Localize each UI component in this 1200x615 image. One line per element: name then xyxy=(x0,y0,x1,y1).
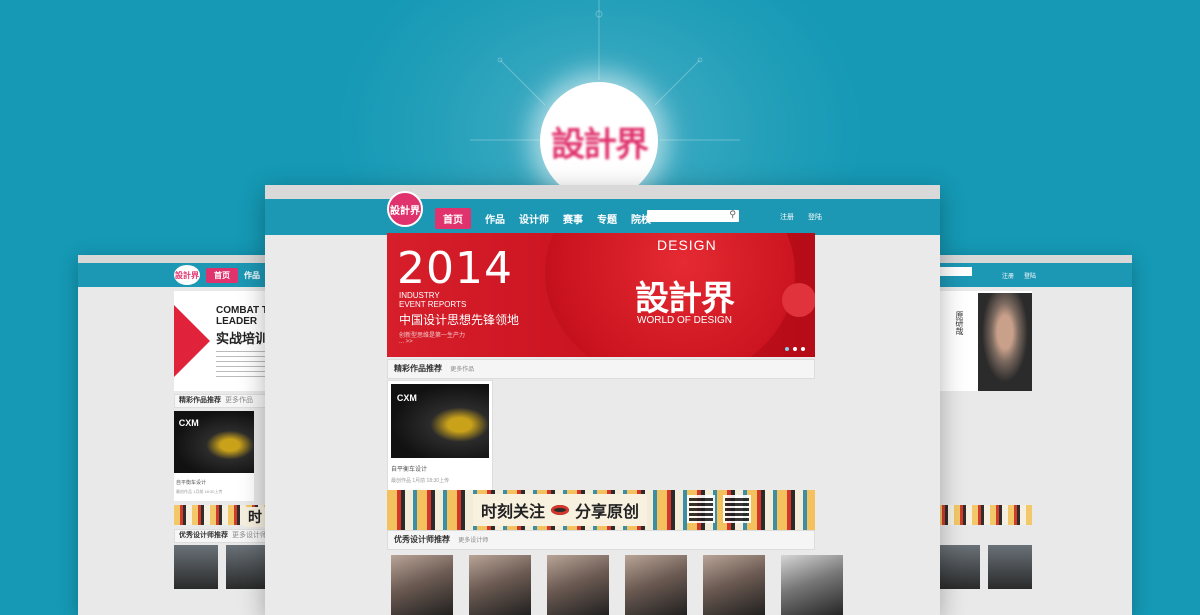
designer-avatar[interactable] xyxy=(625,555,687,615)
work-thumbnail[interactable]: CXM xyxy=(174,411,254,473)
designer-list xyxy=(174,545,270,589)
banner-brand: 設計界 xyxy=(635,280,735,318)
banner-title-cn: 实战培训 xyxy=(216,331,269,346)
hero-logo: 設計界 xyxy=(540,82,658,200)
carousel-dot[interactable] xyxy=(785,347,789,351)
window-topbar xyxy=(936,255,1132,263)
qr-code-icon xyxy=(723,495,751,523)
banner-headline: 中国设计思想先锋领地 xyxy=(399,313,520,327)
designer-avatar[interactable] xyxy=(174,545,218,589)
banner-year: 2014 xyxy=(397,243,513,294)
hero-logo-text: 設計界 xyxy=(551,124,649,165)
search-icon[interactable]: ⚲ xyxy=(729,209,736,220)
featured-designer-photo[interactable]: 原研哉 xyxy=(936,291,1032,391)
auth-links: 注册 登陆 xyxy=(780,212,822,222)
carousel-dot[interactable] xyxy=(801,347,805,351)
nav-topics-tab[interactable]: 专题 xyxy=(597,211,617,226)
left-nav-bar: 設計界 首页 作品 xyxy=(78,263,278,287)
ad-strip-label: 时刻关注 分享原创 xyxy=(473,494,648,526)
login-link[interactable]: 登陆 xyxy=(808,212,822,222)
qr-code-icon xyxy=(687,495,715,523)
window-topbar xyxy=(78,255,278,263)
designer-avatar[interactable] xyxy=(936,545,980,589)
work-meta: 最创作品 1月前 18:30上传 xyxy=(391,478,450,484)
nav-works-tab[interactable]: 作品 xyxy=(244,270,260,281)
more-works-link[interactable]: 更多作品 xyxy=(450,367,474,373)
banner-faint-text xyxy=(512,253,572,263)
work-title[interactable]: 自平衡车设计 xyxy=(391,464,489,473)
training-banner[interactable]: COMBAT T LEADER 实战培训 xyxy=(174,291,278,391)
work-title[interactable]: 自平衡车设计 xyxy=(174,479,254,486)
left-browser-window: 設計界 首页 作品 COMBAT T LEADER 实战培训 精彩作品推荐 更多作品… xyxy=(78,255,278,615)
more-designers-link[interactable]: 更多设计师 xyxy=(458,538,488,544)
work-card[interactable]: CXM 自平衡车设计 最创作品 1月前 18:30上传 xyxy=(387,380,493,492)
designer-avatar[interactable] xyxy=(391,555,453,615)
right-browser-window: 注册 登陆 原研哉 xyxy=(936,255,1132,615)
designer-avatar[interactable] xyxy=(781,555,843,615)
designer-avatar[interactable] xyxy=(703,555,765,615)
search-input[interactable]: ⚲ xyxy=(647,209,739,222)
nav-home-tab[interactable]: 首页 xyxy=(435,208,471,229)
designer-avatar[interactable] xyxy=(469,555,531,615)
nav-works-tab[interactable]: 作品 xyxy=(485,211,505,226)
works-section-header: 精彩作品推荐 更多作品 xyxy=(174,394,278,408)
work-card[interactable]: CXM 自平衡车设计 最创作品 1月前 18:30上传 xyxy=(174,411,254,501)
ad-strip[interactable]: 时刻关注 分享原创 xyxy=(387,490,815,530)
work-thumbnail[interactable]: CXM xyxy=(391,384,489,458)
banner-title: COMBAT T LEADER xyxy=(216,305,269,327)
main-menu: 首页 作品 设计师 赛事 专题 院校 xyxy=(435,208,651,229)
window-topbar xyxy=(265,185,940,199)
works-section-header: 精彩作品推荐 更多作品 xyxy=(387,359,815,379)
banner-tagline: WORLD OF DESIGN xyxy=(637,315,733,326)
nav-competitions-tab[interactable]: 赛事 xyxy=(563,211,583,226)
works-section-title: 精彩作品推荐 xyxy=(394,364,442,373)
register-link[interactable]: 注册 xyxy=(780,212,794,222)
nav-designers-tab[interactable]: 设计师 xyxy=(519,211,549,226)
ad-strip-text: 时 xyxy=(244,507,266,527)
register-link[interactable]: 注册 xyxy=(1002,271,1014,280)
ad-strip[interactable]: 时 xyxy=(174,505,278,527)
designer-avatar[interactable] xyxy=(226,545,270,589)
banner-reports: INDUSTRY EVENT REPORTS xyxy=(399,291,467,309)
designers-section-header: 优秀设计师推荐 更多设计师 xyxy=(387,530,815,550)
ad-text-left: 时刻关注 xyxy=(481,504,546,521)
banner-bubble xyxy=(782,283,815,317)
login-link[interactable]: 登陆 xyxy=(1024,271,1036,280)
designer-avatar[interactable] xyxy=(988,545,1032,589)
carousel-dot[interactable] xyxy=(793,347,797,351)
main-nav-bar: 設計界 首页 作品 设计师 赛事 专题 院校 ⚲ 注册 登陆 xyxy=(265,191,940,235)
designers-section-title: 优秀设计师推荐 xyxy=(394,535,450,544)
carousel-dots xyxy=(785,347,805,351)
hero-banner[interactable]: 2014 INDUSTRY EVENT REPORTS 中国设计思想先锋领地 创新… xyxy=(387,233,815,357)
banner-more-link[interactable]: ... >> xyxy=(399,339,413,345)
designer-list xyxy=(391,555,843,615)
ad-text-right: 分享原创 xyxy=(575,504,640,521)
banner-triangle xyxy=(174,305,210,377)
more-works-link[interactable]: 更多作品 xyxy=(225,397,253,404)
designer-list xyxy=(936,545,1032,589)
work-meta: 最创作品 1月前 18:30上传 xyxy=(176,489,223,494)
designer-avatar[interactable] xyxy=(547,555,609,615)
ad-strip[interactable] xyxy=(936,505,1032,525)
more-designers-link[interactable]: 更多设计师 xyxy=(232,532,267,539)
eye-icon xyxy=(551,505,570,515)
banner-design-word: DESIGN xyxy=(657,237,717,253)
main-browser-window: 設計界 首页 作品 设计师 赛事 专题 院校 ⚲ 注册 登陆 2014 INDU… xyxy=(265,185,940,615)
site-logo[interactable]: 設計界 xyxy=(174,265,200,285)
banner-subline: 创新型思维是第一生产力 xyxy=(399,333,466,339)
designer-portrait xyxy=(978,293,1032,391)
designers-section-header: 优秀设计师推荐 更多设计师 xyxy=(174,529,278,543)
work-thumbnail-label: CXM xyxy=(396,392,417,403)
nav-home-tab[interactable]: 首页 xyxy=(206,267,238,283)
search-input[interactable] xyxy=(936,267,972,276)
site-logo[interactable]: 設計界 xyxy=(387,191,423,227)
designer-name: 原研哉 xyxy=(955,311,964,335)
